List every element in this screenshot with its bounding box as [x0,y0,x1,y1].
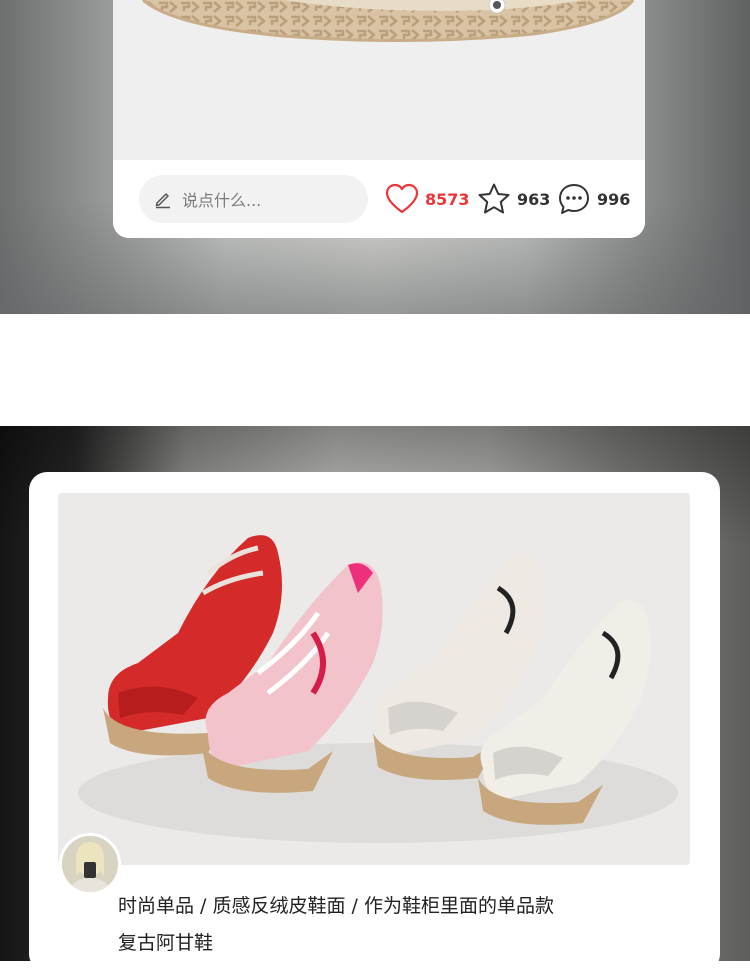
post-image-top[interactable] [113,0,645,160]
comment-bubble-icon [559,184,589,214]
action-bar: 说点什么... 8573 963 996 [113,160,645,238]
spacer [0,314,750,426]
favorite-count: 963 [517,189,551,209]
like-button[interactable]: 8573 [385,181,470,217]
post-card-bottom: 时尚单品 / 质感反绒皮鞋面 / 作为鞋柜里面的单品款 复古阿甘鞋 [29,472,720,972]
post-caption-line2: 复古阿甘鞋 [118,932,214,954]
shoe-sole-image [142,0,635,43]
comment-placeholder: 说点什么... [182,191,262,210]
heart-icon [385,183,419,214]
pencil-icon [155,193,170,209]
post-card-top: 说点什么... 8573 963 996 [113,0,645,238]
comment-count: 996 [597,189,631,209]
favorite-button[interactable]: 963 [477,181,550,217]
comment-button[interactable]: 996 [557,181,630,217]
product-photo[interactable] [58,493,690,865]
star-icon [478,183,510,214]
avatar-image [62,836,118,892]
post-caption-line1: 时尚单品 / 质感反绒皮鞋面 / 作为鞋柜里面的单品款 [118,895,554,917]
avatar[interactable] [59,833,121,895]
comment-input[interactable]: 说点什么... [139,175,368,223]
like-count: 8573 [425,189,470,209]
sneakers-image [58,493,690,865]
